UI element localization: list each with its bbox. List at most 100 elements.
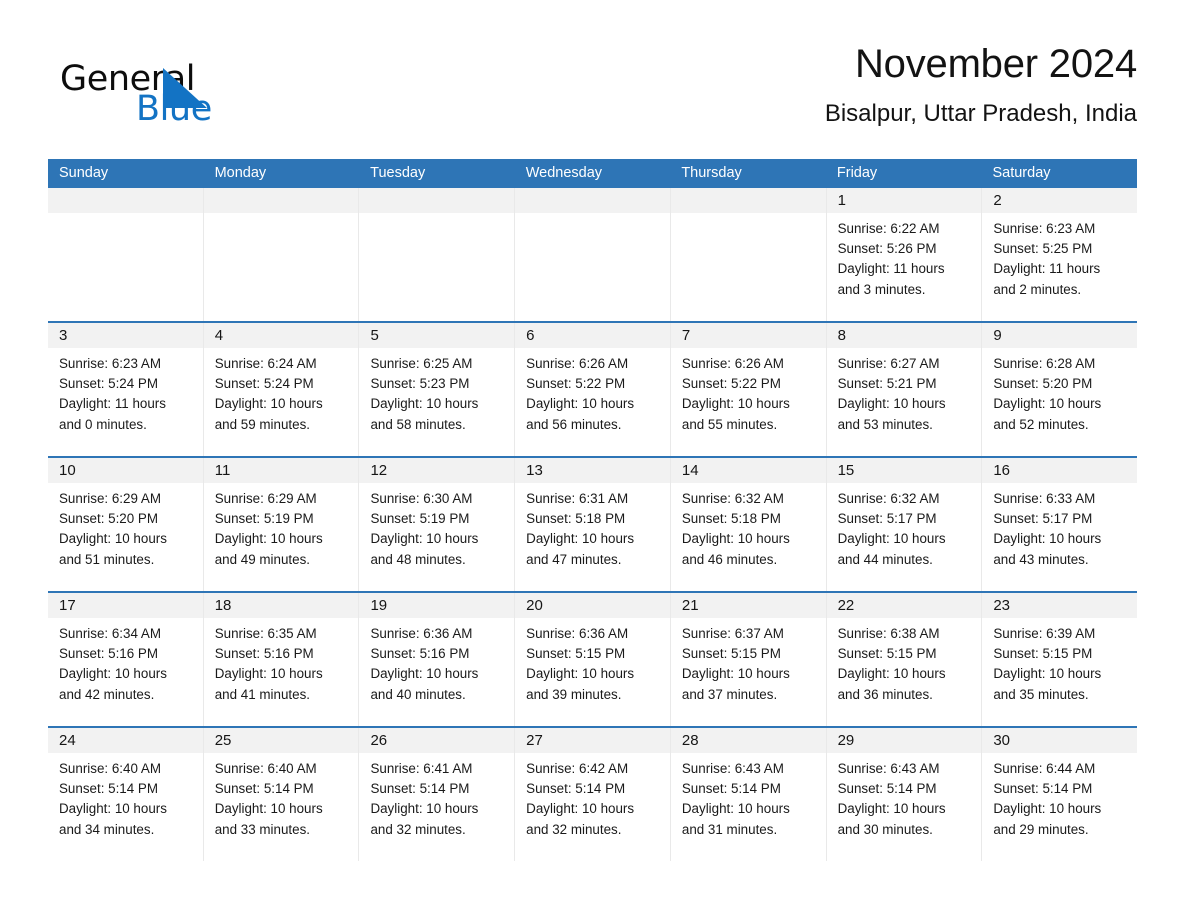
day-info: Sunrise: 6:35 AM Sunset: 5:16 PM Daylight:… [204,618,359,705]
daylight-duration-line2: and 32 minutes. [526,821,622,837]
sunrise-time: Sunrise: 6:36 AM [526,626,629,641]
daylight-duration-line2: and 48 minutes. [370,551,466,567]
day-cell[interactable]: 8 Sunrise: 6:27 AM Sunset: 5:21 PM Daylight… [825,323,982,456]
day-cell[interactable]: 12 Sunrise: 6:30 AM Sunset: 5:19 PM Dayligh… [358,458,515,591]
day-number: 2 [982,188,1138,213]
day-info: Sunrise: 6:32 AM Sunset: 5:18 PM Daylight:… [671,483,826,570]
sunset-time: Sunset: 5:17 PM [837,511,937,527]
sunset-time: Sunset: 5:15 PM [681,646,781,662]
daylight-duration-line2: and 31 minutes. [681,821,778,837]
daylight-duration-line2: and 37 minutes. [681,686,778,702]
day-cell[interactable]: 14 Sunrise: 6:32 AM Sunset: 5:18 PM Dayligh… [669,458,826,591]
day-info: Sunrise: 6:38 AM Sunset: 5:15 PM Daylight:… [827,618,982,705]
day-cell[interactable]: 27 Sunrise: 6:42 AM Sunset: 5:14 PM Dayligh… [514,728,670,861]
daylight-duration-line1: Daylight: 10 hours [59,531,167,547]
sunrise-time: Sunrise: 6:44 AM [993,761,1096,776]
weekday-saturday: Saturday [992,165,1051,181]
day-number [48,188,203,213]
daylight-duration-line1: Daylight: 10 hours [526,666,635,682]
day-number: 27 [515,728,670,753]
weekday-header-row: Sunday Monday Tuesday Wednesday Thursday… [48,159,1137,188]
day-cell[interactable]: 15 Sunrise: 6:32 AM Sunset: 5:17 PM Dayligh… [825,458,982,591]
day-info: Sunrise: 6:43 AM Sunset: 5:14 PM Daylight:… [827,753,982,840]
daylight-duration-line1: Daylight: 10 hours [370,801,479,817]
daylight-duration-line2: and 0 minutes. [59,416,147,432]
sunset-time: Sunset: 5:14 PM [993,781,1093,797]
day-cell[interactable]: 13 Sunrise: 6:31 AM Sunset: 5:18 PM Dayligh… [514,458,670,591]
day-info: Sunrise: 6:40 AM Sunset: 5:14 PM Daylight:… [204,753,359,840]
sunset-time: Sunset: 5:14 PM [526,781,626,797]
daylight-duration-line1: Daylight: 10 hours [214,531,323,547]
sunrise-time: Sunrise: 6:35 AM [214,626,317,641]
week-row: 1 Sunrise: 6:22 AM Sunset: 5:26 PM Daylight… [48,188,1138,321]
day-info: Sunrise: 6:23 AM Sunset: 5:25 PM Daylight:… [982,213,1137,300]
day-info: Sunrise: 6:26 AM Sunset: 5:22 PM Daylight:… [671,348,826,435]
sunset-time: Sunset: 5:14 PM [214,781,314,797]
day-number: 8 [826,323,982,348]
day-cell[interactable]: 11 Sunrise: 6:29 AM Sunset: 5:19 PM Dayligh… [202,458,359,591]
day-cell[interactable]: 9 Sunrise: 6:28 AM Sunset: 5:20 PM Daylight… [981,323,1138,456]
sunset-time: Sunset: 5:17 PM [993,511,1093,527]
sunset-time: Sunset: 5:24 PM [59,376,158,392]
daylight-duration-line1: Daylight: 10 hours [370,531,479,547]
day-cell[interactable]: 28 Sunrise: 6:43 AM Sunset: 5:14 PM Dayligh… [669,728,826,861]
daylight-duration-line1: Daylight: 10 hours [59,801,167,817]
day-cell[interactable]: 26 Sunrise: 6:41 AM Sunset: 5:14 PM Dayligh… [358,728,515,861]
day-cell-empty [514,188,670,321]
day-cell[interactable]: 21 Sunrise: 6:37 AM Sunset: 5:15 PM Dayligh… [669,593,826,726]
day-info: Sunrise: 6:28 AM Sunset: 5:20 PM Daylight:… [982,348,1137,435]
brand-name-blue: Blue [136,89,212,129]
daylight-duration-line1: Daylight: 10 hours [681,666,790,682]
sunrise-time: Sunrise: 6:43 AM [681,761,784,776]
daylight-duration-line2: and 33 minutes. [214,821,311,837]
sunset-time: Sunset: 5:16 PM [59,646,158,662]
page-header: General Blue November 2024 Bisalpur, Utt… [48,40,1137,148]
day-cell[interactable]: 2 Sunrise: 6:23 AM Sunset: 5:25 PM Daylight… [981,188,1138,321]
sunset-time: Sunset: 5:22 PM [681,376,781,392]
day-number: 23 [982,593,1138,618]
day-info: Sunrise: 6:37 AM Sunset: 5:15 PM Daylight:… [671,618,826,705]
day-cell[interactable]: 4 Sunrise: 6:24 AM Sunset: 5:24 PM Daylight… [202,323,359,456]
daylight-duration-line1: Daylight: 11 hours [59,396,166,412]
day-number: 7 [670,323,826,348]
daylight-duration-line2: and 35 minutes. [993,686,1089,702]
daylight-duration-line1: Daylight: 10 hours [837,666,946,682]
day-number [670,188,826,213]
brand-logo[interactable]: General Blue [60,52,290,132]
day-cell[interactable]: 23 Sunrise: 6:39 AM Sunset: 5:15 PM Dayligh… [981,593,1138,726]
day-cell[interactable]: 6 Sunrise: 6:26 AM Sunset: 5:22 PM Daylight… [514,323,670,456]
day-number: 26 [359,728,515,753]
day-cell[interactable]: 20 Sunrise: 6:36 AM Sunset: 5:15 PM Dayligh… [514,593,670,726]
day-cell[interactable]: 17 Sunrise: 6:34 AM Sunset: 5:16 PM Dayligh… [48,593,203,726]
day-info: Sunrise: 6:36 AM Sunset: 5:16 PM Daylight:… [359,618,514,705]
day-cell[interactable]: 29 Sunrise: 6:43 AM Sunset: 5:14 PM Dayligh… [825,728,982,861]
sunset-time: Sunset: 5:21 PM [837,376,937,392]
day-cell[interactable]: 25 Sunrise: 6:40 AM Sunset: 5:14 PM Dayligh… [202,728,359,861]
day-cell[interactable]: 3 Sunrise: 6:23 AM Sunset: 5:24 PM Daylight… [48,323,203,456]
sunset-time: Sunset: 5:14 PM [59,781,158,797]
day-number: 30 [982,728,1138,753]
day-cell[interactable]: 30 Sunrise: 6:44 AM Sunset: 5:14 PM Dayligh… [981,728,1138,861]
sunset-time: Sunset: 5:14 PM [837,781,937,797]
week-row: 3 Sunrise: 6:23 AM Sunset: 5:24 PM Daylight… [48,321,1138,456]
day-number: 19 [359,593,515,618]
daylight-duration-line1: Daylight: 10 hours [993,531,1102,547]
daylight-duration-line2: and 34 minutes. [59,821,155,837]
day-cell[interactable]: 7 Sunrise: 6:26 AM Sunset: 5:22 PM Daylight… [669,323,826,456]
day-info: Sunrise: 6:26 AM Sunset: 5:22 PM Daylight:… [515,348,670,435]
day-number: 3 [48,323,203,348]
calendar-grid: Sunday Monday Tuesday Wednesday Thursday… [48,159,1138,861]
sunrise-time: Sunrise: 6:31 AM [526,491,629,506]
weekday-wednesday: Wednesday [525,165,603,181]
day-cell[interactable]: 5 Sunrise: 6:25 AM Sunset: 5:23 PM Daylight… [358,323,515,456]
day-cell[interactable]: 10 Sunrise: 6:29 AM Sunset: 5:20 PM Dayligh… [48,458,203,591]
sunset-time: Sunset: 5:14 PM [370,781,470,797]
day-cell[interactable]: 1 Sunrise: 6:22 AM Sunset: 5:26 PM Daylight… [825,188,982,321]
day-cell[interactable]: 19 Sunrise: 6:36 AM Sunset: 5:16 PM Dayligh… [358,593,515,726]
day-cell[interactable]: 18 Sunrise: 6:35 AM Sunset: 5:16 PM Dayligh… [202,593,359,726]
day-cell[interactable]: 22 Sunrise: 6:38 AM Sunset: 5:15 PM Dayligh… [825,593,982,726]
daylight-duration-line2: and 43 minutes. [993,551,1089,567]
day-cell[interactable]: 24 Sunrise: 6:40 AM Sunset: 5:14 PM Dayligh… [48,728,203,861]
daylight-duration-line1: Daylight: 10 hours [837,396,946,412]
day-cell[interactable]: 16 Sunrise: 6:33 AM Sunset: 5:17 PM Dayligh… [981,458,1138,591]
